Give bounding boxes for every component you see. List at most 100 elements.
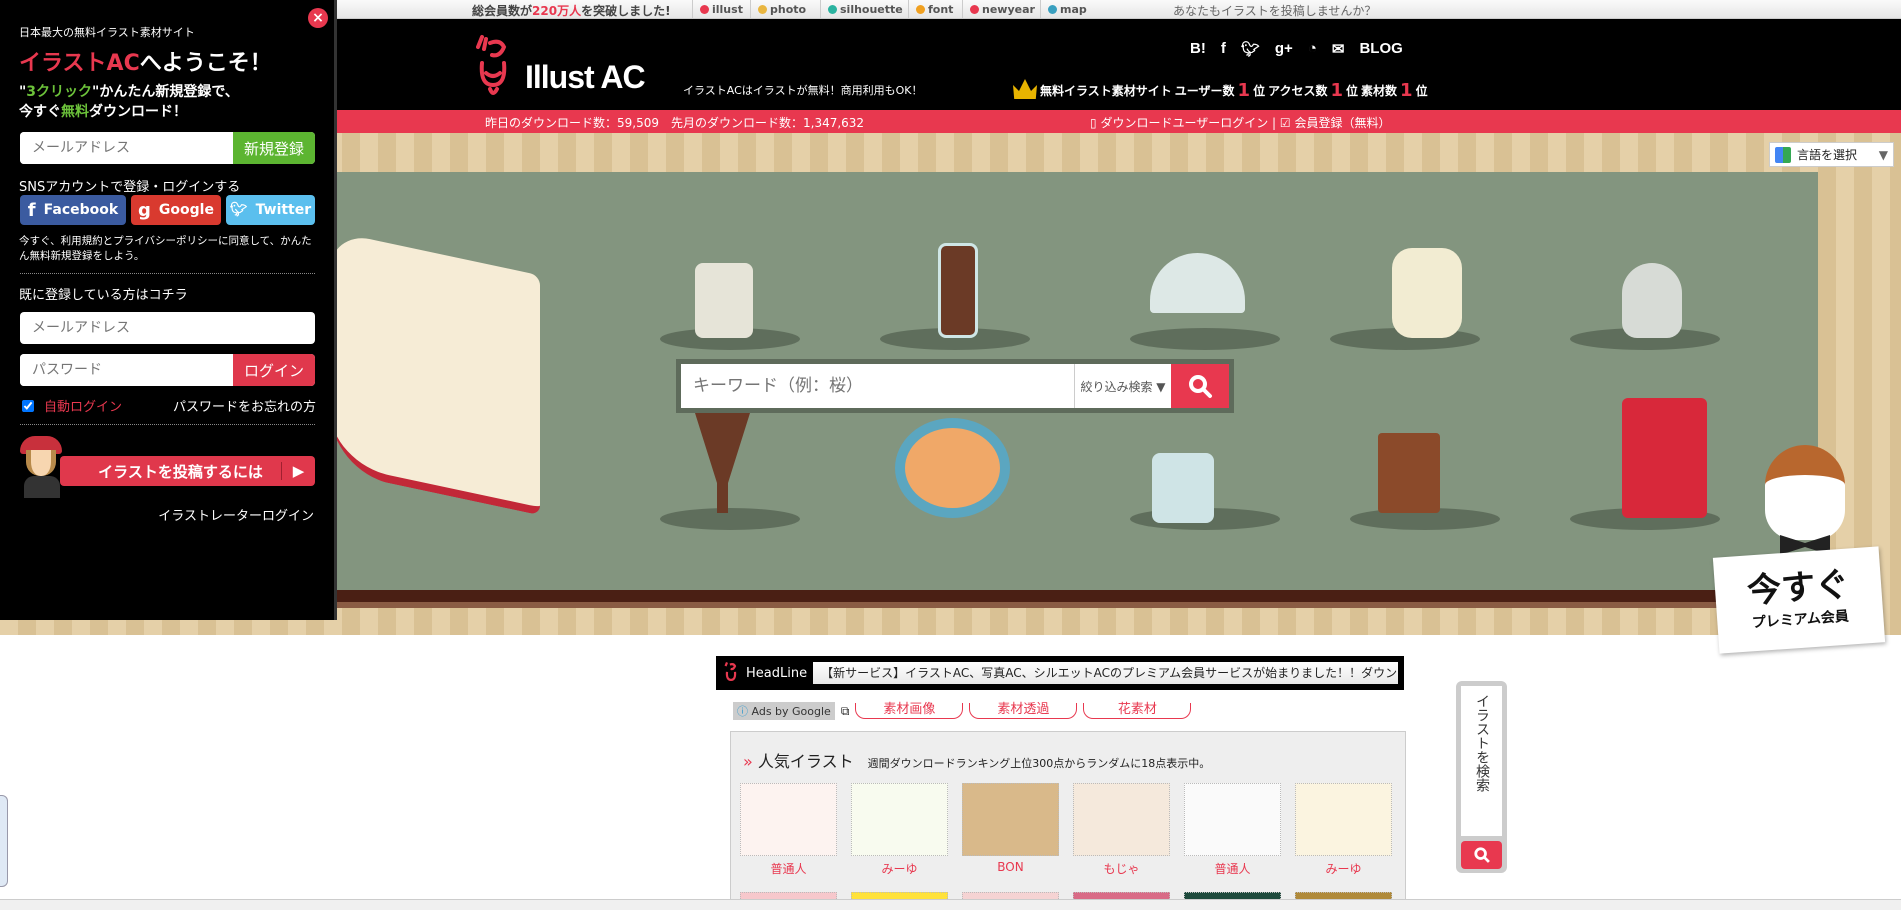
rss-icon[interactable]: ◔ — [1308, 40, 1317, 58]
grinder-illustration — [1378, 433, 1440, 513]
illustrator-login-link[interactable]: イラストレーターログイン — [158, 505, 314, 524]
artist-girl-illustration — [20, 436, 68, 500]
ads-by-google-label[interactable]: ⓘ Ads by Google — [733, 702, 835, 720]
author-link[interactable]: みーゆ — [1295, 860, 1392, 877]
keyword-search-input[interactable] — [681, 364, 1074, 408]
hatena-bookmark-icon[interactable]: B! — [1190, 40, 1206, 58]
google-plus-icon[interactable]: g+ — [1275, 40, 1293, 58]
author-link[interactable]: 普通人 — [1184, 860, 1281, 877]
blog-link[interactable]: BLOG — [1359, 40, 1402, 58]
account-links: ▯ ダウンロードユーザーログイン | ☑ 会員登録（無料） — [1090, 116, 1391, 130]
google-icon: g — [138, 199, 151, 221]
chevron-down-icon: ▼ — [1878, 147, 1888, 162]
site-link-silhouette[interactable]: silhouette — [820, 0, 910, 19]
illustration-thumbnail[interactable] — [962, 783, 1059, 856]
site-link-photo[interactable]: photo — [750, 0, 813, 19]
newyear-icon — [970, 5, 979, 14]
download-stats: 昨日のダウンロード数：59,509 先月のダウンロード数：1,347,632 — [485, 116, 865, 130]
ad-link[interactable]: 素材画像 — [855, 703, 964, 719]
forgot-password-link[interactable]: パスワードをお忘れの方 — [173, 396, 316, 415]
illust-icon — [700, 5, 709, 14]
side-search: イラストを検索 — [1456, 681, 1507, 873]
author-link[interactable]: BON — [962, 860, 1059, 874]
author-link[interactable]: みーゆ — [851, 860, 948, 877]
popular-heading: » 人気イラスト 週間ダウンロードランキング上位300点からランダムに18点表示… — [743, 752, 1211, 771]
side-search-button[interactable] — [1461, 841, 1502, 869]
font-icon — [916, 5, 925, 14]
twitter-login-button[interactable]: 🐦︎ Twitter — [226, 195, 315, 225]
external-link-icon[interactable]: ⧉ — [841, 704, 850, 719]
register-button[interactable]: 新規登録 — [233, 132, 315, 164]
ad-link[interactable]: 花素材 — [1083, 703, 1192, 719]
map-icon — [1048, 5, 1057, 14]
site-link-newyear[interactable]: newyear — [962, 0, 1042, 19]
mail-icon[interactable]: ✉ — [1332, 40, 1345, 58]
headline-label: HeadLine — [746, 665, 808, 681]
premium-member-sign[interactable]: 今すぐ プレミアム会員 — [1712, 546, 1886, 654]
logo-mark-icon[interactable] — [476, 33, 510, 99]
photo-icon — [758, 5, 767, 14]
facebook-icon[interactable]: f — [1221, 40, 1226, 58]
logo-mark-icon — [724, 662, 737, 682]
register-form: 新規登録 — [20, 132, 315, 164]
post-illustration-button[interactable]: イラストを投稿するには ▶ — [60, 456, 315, 486]
facebook-login-button[interactable]: f Facebook — [20, 195, 126, 225]
divider — [20, 424, 315, 425]
search-button[interactable] — [1171, 364, 1229, 408]
member-notice: 総会員数が220万人を突破しました! — [472, 4, 671, 18]
twitter-icon[interactable]: 🐦︎ — [1241, 40, 1260, 58]
login-button[interactable]: ログイン — [233, 354, 315, 386]
welcome-heading: イラストACへようこそ！ — [19, 51, 272, 76]
side-search-input[interactable]: イラストを検索 — [1461, 686, 1502, 836]
glass-illustration — [1152, 453, 1214, 523]
login-email-field — [20, 312, 315, 344]
register-email-input[interactable] — [20, 132, 233, 164]
crown-icon — [1013, 79, 1037, 99]
ad-links: ⓘ Ads by Google ⧉ 素材画像 素材透過 花素材 — [733, 702, 1192, 720]
auto-login-checkbox[interactable] — [22, 399, 34, 412]
illustration-thumbnail[interactable] — [851, 783, 948, 856]
espresso-machine-illustration — [1622, 398, 1707, 518]
play-icon: ▶ — [281, 462, 315, 480]
filter-search-dropdown[interactable]: 絞り込み検索 ▼ — [1074, 364, 1171, 408]
terms-text: 今すぐ、利用規約とプライバシーポリシーに同意して、かんたん無料新規登録をしよう。 — [19, 235, 312, 262]
silhouette-icon — [828, 5, 837, 14]
logo-text[interactable]: Illust AC — [525, 59, 646, 96]
panel-subtitle: 日本最大の無料イラスト素材サイト — [19, 26, 195, 39]
site-link-illust[interactable]: illust — [692, 0, 750, 19]
tea-can-illustration — [695, 263, 753, 338]
login-email-input[interactable] — [20, 312, 315, 344]
ranking-badge: 無料イラスト素材サイト ユーザー数 1 位 アクセス数 1 位 素材数 1 位 — [1013, 79, 1428, 100]
site-link-map[interactable]: map — [1040, 0, 1094, 19]
info-icon: ⓘ — [737, 705, 748, 718]
board-edge-lower — [330, 602, 1818, 608]
language-select[interactable]: 言語を選択 ▼ — [1769, 142, 1894, 167]
password-input[interactable] — [20, 354, 233, 386]
facebook-icon: f — [27, 199, 36, 221]
auto-login-label[interactable]: 自動ログイン — [44, 396, 122, 415]
teapot-illustration — [1622, 263, 1682, 338]
author-link[interactable]: 普通人 — [740, 860, 837, 877]
ad-link[interactable]: 素材透過 — [969, 703, 1078, 719]
headline-ticker[interactable]: 【新サービス】イラストAC、写真AC、シルエットACのプレミアム会員サービスが始… — [813, 662, 1398, 684]
headline-bar: HeadLine 【新サービス】イラストAC、写真AC、シルエットACのプレミア… — [716, 656, 1404, 690]
author-link[interactable]: もじゃ — [1073, 860, 1170, 877]
illustration-thumbnail[interactable] — [1295, 783, 1392, 856]
register-link[interactable]: 会員登録（無料） — [1295, 116, 1391, 130]
google-login-button[interactable]: g Google — [131, 195, 221, 225]
social-links: B! f 🐦︎ g+ ◔ ✉ BLOG — [1190, 40, 1403, 58]
search-icon — [1473, 847, 1490, 863]
site-link-font[interactable]: font — [908, 0, 960, 19]
close-icon[interactable]: × — [308, 8, 328, 28]
illustration-thumbnail[interactable] — [1073, 783, 1170, 856]
illustration-thumbnail[interactable] — [1184, 783, 1281, 856]
edit-icon: ☑ — [1279, 116, 1291, 130]
invite-link[interactable]: あなたもイラストを投稿しませんか？ — [1173, 2, 1376, 19]
shadow — [1130, 328, 1280, 350]
chevron-right-icon: » — [743, 752, 753, 771]
dog-mascot-image[interactable] — [1745, 435, 1865, 555]
side-tab[interactable] — [0, 795, 8, 887]
download-user-login-link[interactable]: ダウンロードユーザーログイン — [1100, 116, 1268, 130]
popular-illustrations: » 人気イラスト 週間ダウンロードランキング上位300点からランダムに18点表示… — [730, 731, 1406, 907]
illustration-thumbnail[interactable] — [740, 783, 837, 856]
